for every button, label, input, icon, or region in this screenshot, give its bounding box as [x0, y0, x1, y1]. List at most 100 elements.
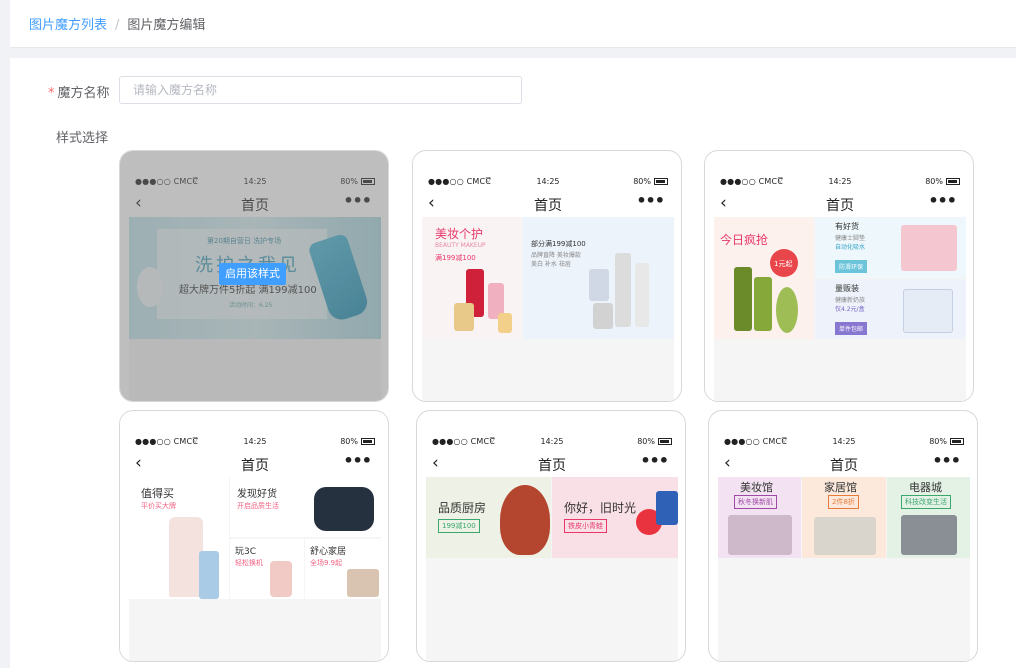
- c-tag: 科技改变生活: [901, 495, 951, 509]
- product-phone: [270, 561, 292, 597]
- more-icon: •••: [640, 451, 669, 470]
- phone-screen: ●●●○○ CMCC ⌔ 14:25 80% ‹ 首页 ••• 今日疯抢 1元起: [714, 174, 966, 401]
- b2-title: 舒心家居: [310, 547, 347, 557]
- tile-beauty: 美妆馆 秋冬换新肌: [718, 477, 801, 558]
- phone-nav-bar: ‹ 首页 •••: [714, 190, 966, 217]
- b-title: 家居馆: [824, 481, 857, 494]
- required-mark: *: [48, 86, 55, 101]
- style-card-3[interactable]: ●●●○○ CMCC ⌔ 14:25 80% ‹ 首页 ••• 今日疯抢 1元起: [704, 150, 974, 402]
- product-mat: [901, 225, 957, 271]
- badge-text: 1元起: [774, 260, 793, 268]
- style-card-5[interactable]: ●●●○○ CMCC ⌔ 14:25 80% ‹ 首页 ••• 品质厨房 199…: [416, 410, 686, 662]
- breadcrumb-separator: /: [115, 18, 120, 33]
- style-card-1[interactable]: ●●●○○ CMCC ⌔ 14:25 80% ‹ 首页 ••• 第20期自营日 …: [119, 150, 389, 402]
- battery: 80%: [340, 437, 375, 446]
- breadcrumb: 图片魔方列表 / 图片魔方编辑: [29, 17, 205, 35]
- r-title: 你好，旧时光: [564, 501, 637, 515]
- name-label: * 魔方名称: [48, 82, 110, 101]
- product-appliances: [901, 515, 957, 555]
- product-pot: [500, 485, 550, 555]
- bottom-tile-1: 玩3C 轻松换机: [230, 539, 304, 599]
- breadcrumb-link-list[interactable]: 图片魔方列表: [29, 18, 107, 33]
- banner-content: 美妆馆 秋冬换新肌 家居馆 2件8折 电器城 科技改变生活: [718, 477, 970, 558]
- product-bottle: [754, 277, 772, 331]
- banner-content: 值得买 平价买大牌 发现好货 开启品质生活 玩3C 轻松换机 舒心家居 全场9.…: [129, 477, 381, 599]
- rt-sub: 健康士脚垫: [835, 235, 866, 242]
- status-bar: ●●●○○ CMCC ⌔ 14:25 80%: [718, 434, 970, 450]
- phone-nav-bar: ‹ 首页 •••: [422, 190, 674, 217]
- left-title: 今日疯抢: [720, 233, 769, 247]
- product-containers: [814, 517, 876, 555]
- c-title: 电器城: [909, 481, 942, 494]
- more-icon: •••: [928, 191, 957, 210]
- left-en: BEAUTY MAKEUP: [435, 242, 486, 249]
- b2-sub: 全场9.9起: [310, 559, 343, 567]
- right-bottom-tile: 量贩装 健康新奶族 仅4.2元/盒 单件包邮: [815, 279, 966, 339]
- more-icon: •••: [932, 451, 961, 470]
- style-card-2[interactable]: ●●●○○ CMCC ⌔ 14:25 80% ‹ 首页 ••• 美妆个护 BEA…: [412, 150, 682, 402]
- right-tile: 部分满199减100 品牌直降 美妆爆款 美白 补水 祛痘: [523, 217, 674, 339]
- phone-screen: ●●●○○ CMCC ⌔ 14:25 80% ‹ 首页 ••• 美妆个护 BEA…: [422, 174, 674, 401]
- l-title: 品质厨房: [438, 501, 487, 515]
- product-skirt: [199, 551, 219, 599]
- battery-percent: 80%: [340, 437, 358, 446]
- left-tile: 美妆个护 BEAUTY MAKEUP 满199减100: [422, 217, 522, 339]
- status-bar: ●●●○○ CMCC ⌔ 14:25 80%: [129, 434, 381, 450]
- b1-title: 玩3C: [235, 547, 257, 557]
- status-bar: ●●●○○ CMCC ⌔ 14:25 80%: [426, 434, 678, 450]
- product-cosmetics: [728, 515, 792, 555]
- enable-style-button[interactable]: 启用该样式: [219, 263, 286, 285]
- rt-sub2: 自动化吸水: [835, 244, 866, 251]
- bottom-tile-2: 舒心家居 全场9.9起: [305, 539, 381, 599]
- battery-icon: [950, 438, 964, 445]
- form-panel: *魔方名称 样式选择 ●●●○○ CMCC ⌔ 14:25 80% ‹ 首页 •…: [10, 58, 1016, 668]
- cube-name-input[interactable]: [119, 76, 522, 104]
- battery-percent: 80%: [637, 437, 655, 446]
- l-tag: 199减100: [438, 519, 480, 533]
- product-box: [656, 491, 678, 525]
- breadcrumb-current: 图片魔方编辑: [127, 18, 206, 33]
- phone-screen: ●●●○○ CMCC ⌔ 14:25 80% ‹ 首页 ••• 值得买 平价买大…: [129, 434, 381, 661]
- style-card-4[interactable]: ●●●○○ CMCC ⌔ 14:25 80% ‹ 首页 ••• 值得买 平价买大…: [119, 410, 389, 662]
- product-bottle: [498, 313, 512, 333]
- product-coat: [169, 517, 203, 597]
- battery: 80%: [929, 437, 964, 446]
- battery-icon: [946, 178, 960, 185]
- phone-nav-bar: ‹ 首页 •••: [426, 450, 678, 477]
- product-bottle: [635, 263, 649, 327]
- banner-content: 美妆个护 BEAUTY MAKEUP 满199减100 部分满199减100 品…: [422, 217, 674, 339]
- product-bottle: [734, 267, 752, 331]
- right-sub: 品牌直降 美妆爆款: [531, 252, 581, 259]
- phone-screen: ●●●○○ CMCC ⌔ 14:25 80% ‹ 首页 ••• 品质厨房 199…: [426, 434, 678, 661]
- product-jar: [593, 303, 613, 329]
- name-label-text: 魔方名称: [57, 86, 110, 101]
- style-card-6[interactable]: ●●●○○ CMCC ⌔ 14:25 80% ‹ 首页 ••• 美妆馆 秋冬换新…: [708, 410, 978, 662]
- more-icon: •••: [636, 191, 665, 210]
- left-promo: 满199减100: [435, 254, 476, 262]
- rt-title: 发现好货: [237, 489, 277, 500]
- right-promo: 部分满199减100: [531, 240, 586, 248]
- product-box: [589, 269, 609, 301]
- phone-nav-bar: ‹ 首页 •••: [129, 450, 381, 477]
- product-bottle: [615, 253, 631, 327]
- battery: 80%: [925, 177, 960, 186]
- right-tile: 你好，旧时光 铁皮小青蛙: [552, 477, 678, 558]
- rt-tag: 防滑环保: [835, 260, 868, 273]
- b-tag: 2件8折: [828, 495, 859, 509]
- a-tag: 秋冬换新肌: [734, 495, 777, 509]
- battery-icon: [361, 438, 375, 445]
- left-tile: 值得买 平价买大牌: [129, 477, 229, 599]
- banner-content: 品质厨房 199减100 你好，旧时光 铁皮小青蛙: [426, 477, 678, 558]
- status-bar: ●●●○○ CMCC ⌔ 14:25 80%: [714, 174, 966, 190]
- battery-percent: 80%: [929, 437, 947, 446]
- rb-tag: 单件包邮: [835, 322, 868, 335]
- battery: 80%: [637, 437, 672, 446]
- battery-icon: [658, 438, 672, 445]
- right-top-tile: 有好货 健康士脚垫 自动化吸水 防滑环保: [815, 217, 966, 277]
- right-sub2: 美白 补水 祛痘: [531, 261, 571, 268]
- r-tag: 铁皮小青蛙: [564, 519, 607, 533]
- battery: 80%: [633, 177, 668, 186]
- product-leaf: [776, 287, 798, 333]
- tile-electronics: 电器城 科技改变生活: [887, 477, 970, 558]
- style-select-label: 样式选择: [56, 131, 109, 146]
